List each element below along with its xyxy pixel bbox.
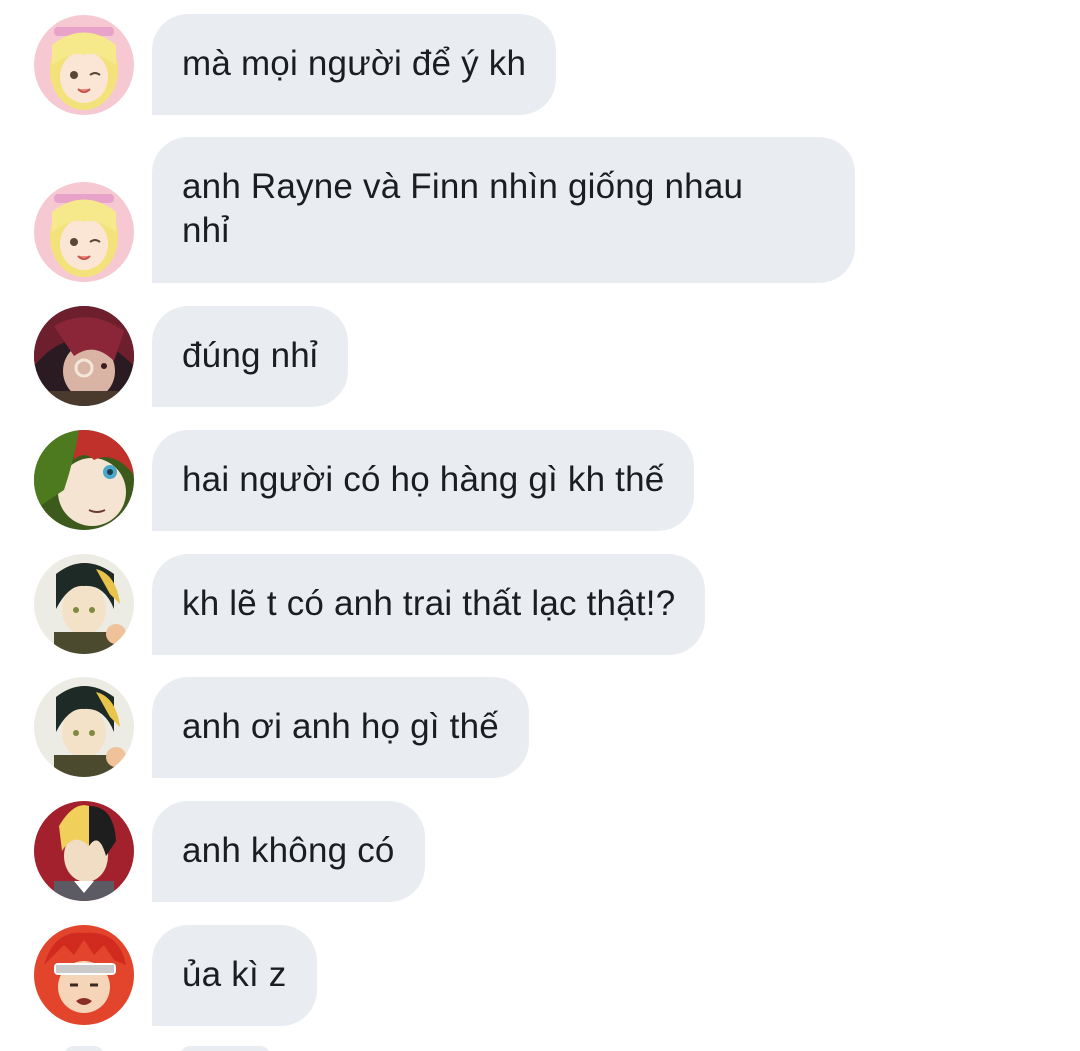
message-bubble[interactable]: hai người có họ hàng gì kh thế [152,430,695,531]
avatar[interactable] [34,15,134,115]
avatar-black-blond-hair-icon [34,677,134,777]
avatar[interactable] [34,677,134,777]
avatar-black-blond-hair-icon [34,554,134,654]
message-row: hai người có họ hàng gì kh thế [0,430,1080,531]
avatar[interactable] [34,182,134,282]
message-bubble[interactable]: anh Rayne và Finn nhìn giống nhau nhỉ [152,137,855,283]
avatar[interactable] [34,306,134,406]
message-row: anh Rayne và Finn nhìn giống nhau nhỉ [0,137,1080,283]
avatar-dark-red-hair-icon [34,306,134,406]
message-row: anh không có [0,801,1080,902]
avatar[interactable] [34,925,134,1025]
partial-message-bubble [180,1046,270,1051]
message-bubble[interactable]: đúng nhỉ [152,306,348,407]
avatar[interactable] [34,801,134,901]
avatar-split-hair-red-bg-icon [34,801,134,901]
avatar-red-hair-headband-icon [34,925,134,1025]
message-bubble[interactable]: ủa kì z [152,925,317,1026]
message-row: ủa kì z [0,925,1080,1026]
partial-avatar [64,1046,104,1051]
chat-thread: mà mọi người để ý kh anh Rayne và Finn n… [0,0,1080,1051]
avatar[interactable] [34,430,134,530]
avatar-blonde-girl-icon [34,182,134,282]
message-bubble[interactable]: kh lẽ t có anh trai thất lạc thật!? [152,554,706,655]
message-bubble[interactable]: anh ơi anh họ gì thế [152,677,529,778]
avatar[interactable] [34,554,134,654]
avatar-blonde-girl-icon [34,15,134,115]
message-row: đúng nhỉ [0,306,1080,407]
message-bubble[interactable]: anh không có [152,801,425,902]
message-row: kh lẽ t có anh trai thất lạc thật!? [0,554,1080,655]
message-row: anh ơi anh họ gì thế [0,677,1080,778]
avatar-red-green-hair-icon [34,430,134,530]
message-row: mà mọi người để ý kh [0,14,1080,116]
message-bubble[interactable]: mà mọi người để ý kh [152,14,557,115]
